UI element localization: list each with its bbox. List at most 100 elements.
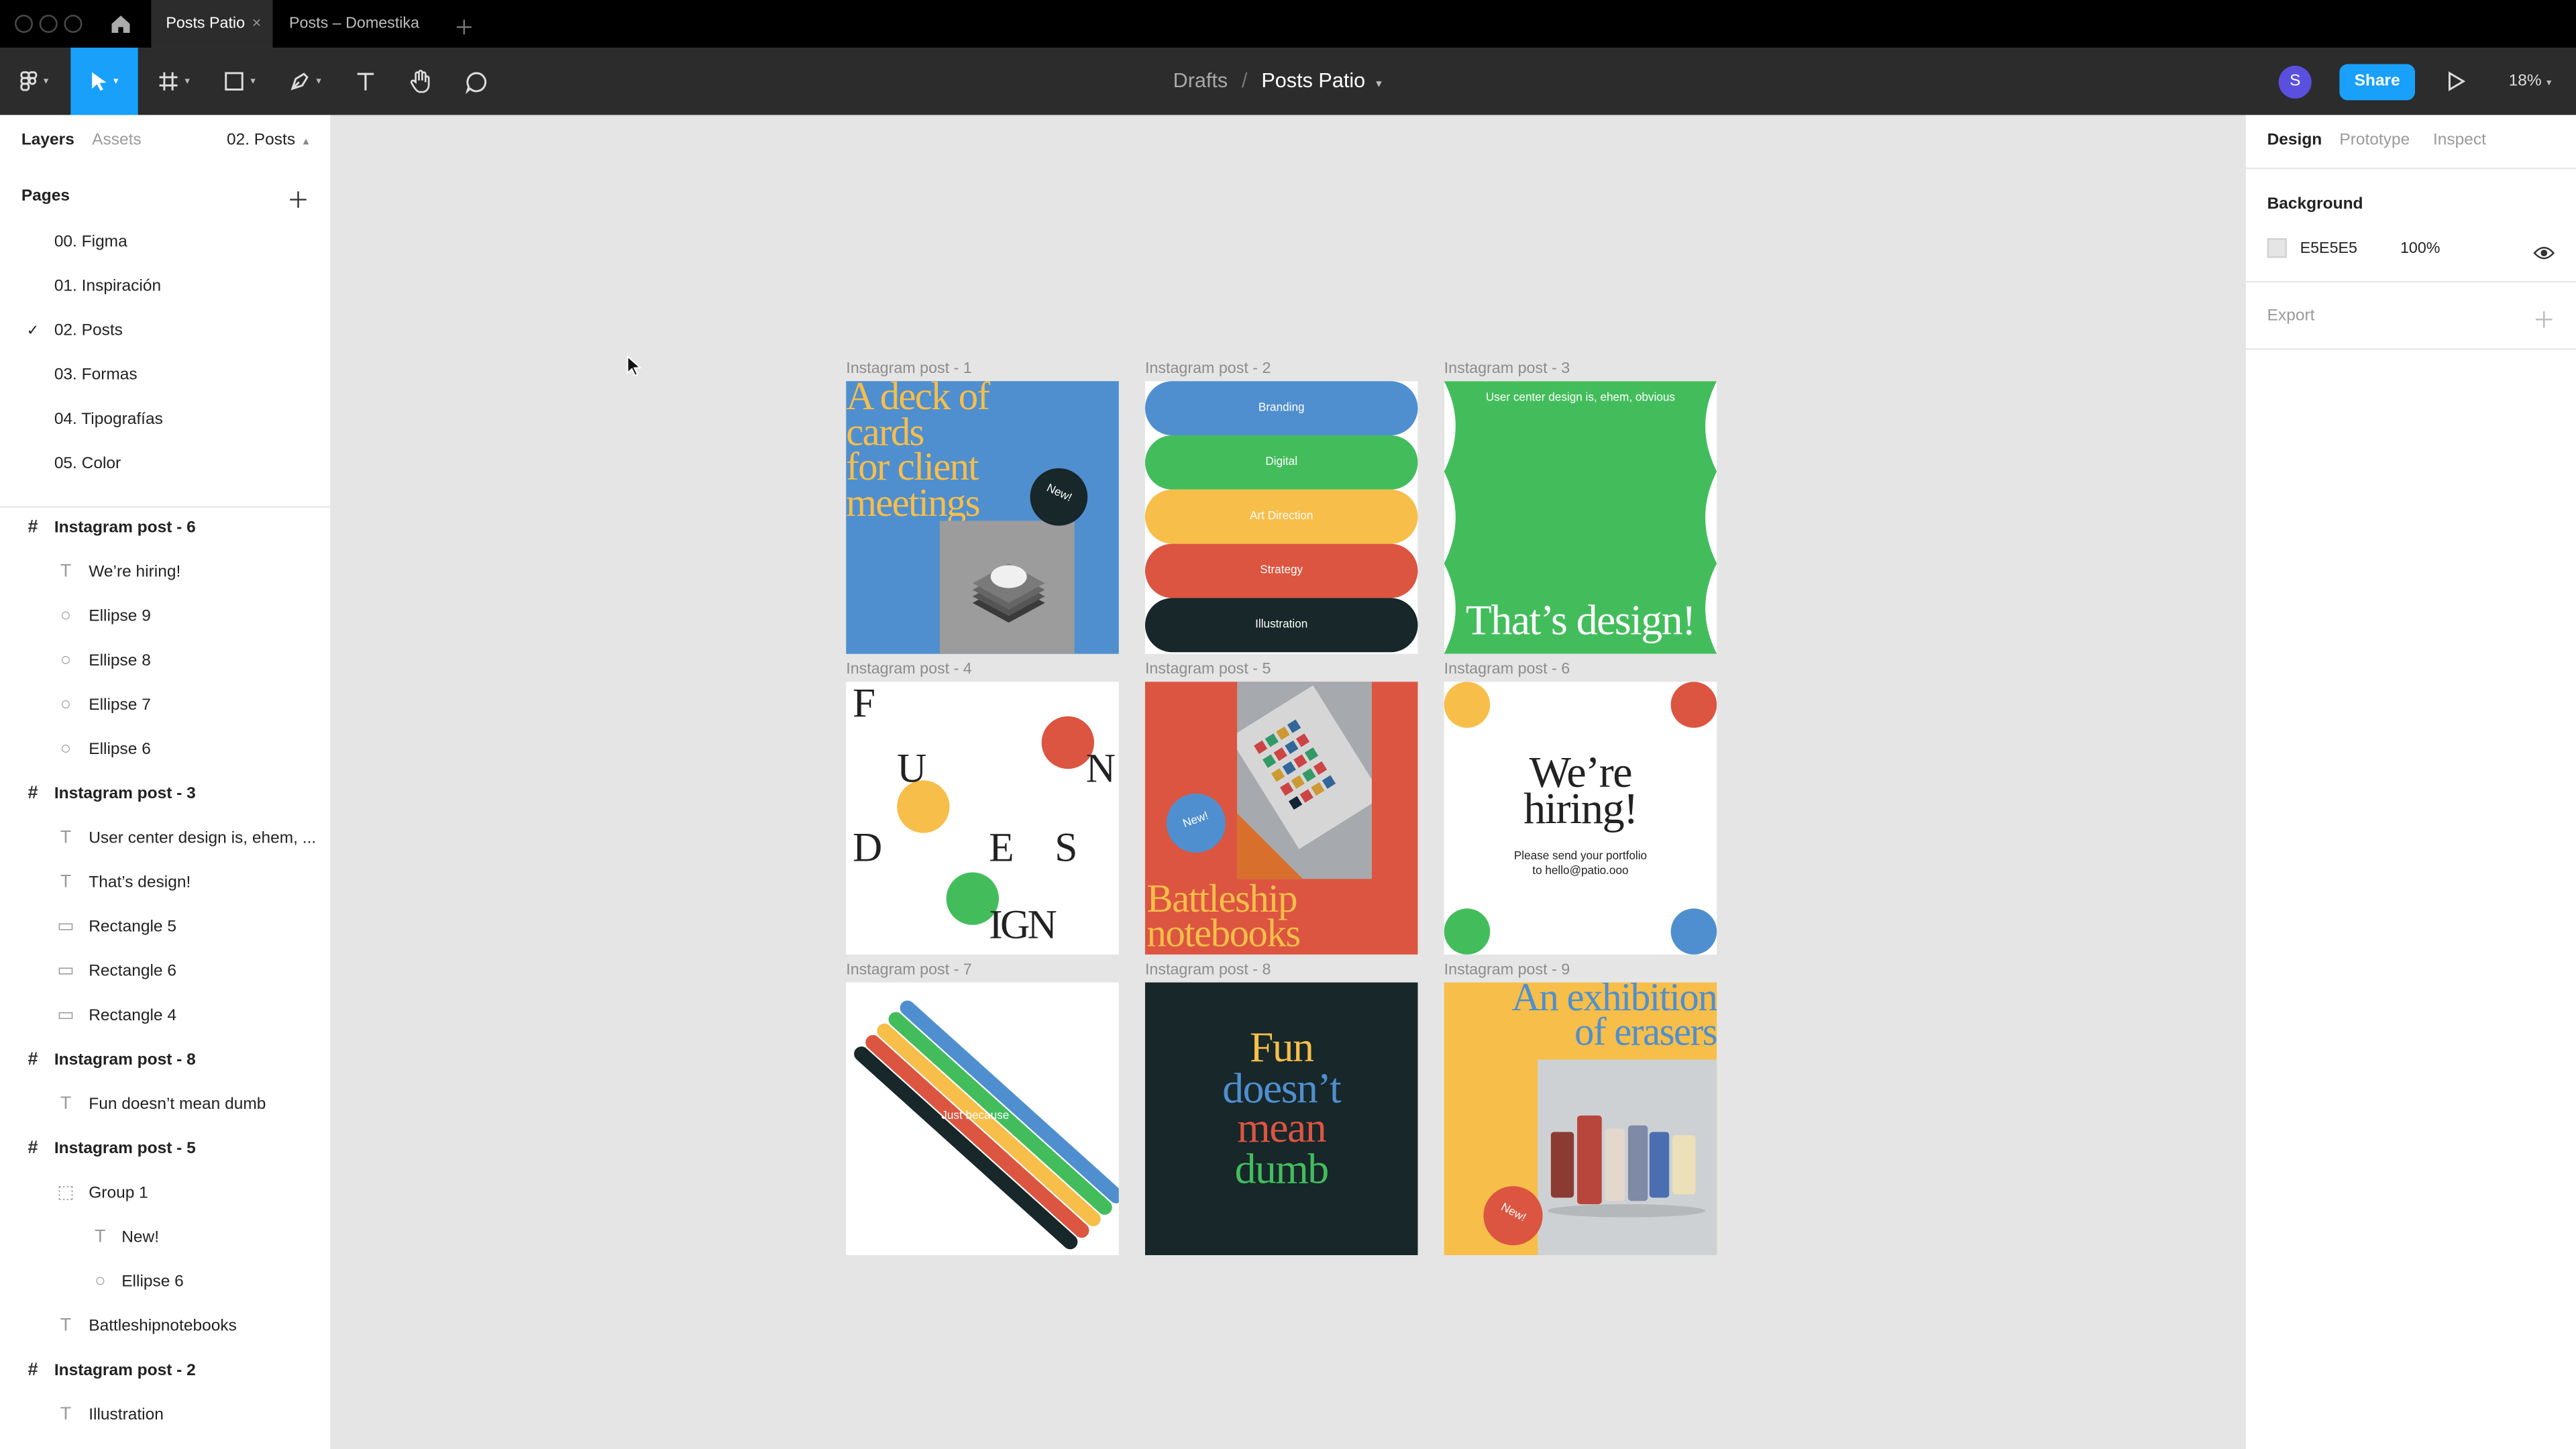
layer-item[interactable]: # Instagram post - 6 [0, 506, 332, 550]
layer-item[interactable]: T New! [0, 1216, 332, 1260]
layer-item[interactable]: # Instagram post - 3 [0, 772, 332, 816]
layer-item[interactable]: ○ Ellipse 7 [0, 684, 332, 728]
avatar[interactable]: S [2278, 65, 2312, 99]
page-item[interactable]: 03. Formas [0, 354, 332, 398]
instagram-post-2[interactable]: Branding Digital Art Direction Strategy … [1144, 381, 1418, 654]
post8-line: Fun [1249, 1023, 1314, 1071]
layer-item[interactable]: # Instagram post - 8 [0, 1038, 332, 1083]
shape-tool-button[interactable]: ▾ [210, 48, 269, 115]
text-layer-icon: T [60, 1404, 72, 1425]
tab-inspect[interactable]: Inspect [2433, 131, 2486, 150]
page-item-label: 00. Figma [54, 233, 127, 252]
background-color-swatch[interactable] [2267, 238, 2288, 258]
mouse-cursor-icon [626, 355, 642, 378]
pill-branding: Branding [1144, 381, 1418, 435]
frame-icon: # [28, 517, 38, 537]
frame-label[interactable]: Instagram post - 8 [1145, 961, 1271, 979]
layer-item[interactable]: ○ Ellipse 6 [0, 1260, 332, 1304]
layer-item[interactable]: T Fun doesn’t mean dumb [0, 1083, 332, 1127]
page-item[interactable]: ✓ 02. Posts [0, 309, 332, 353]
tab-assets[interactable]: Assets [92, 131, 142, 150]
layer-item-label: That’s design! [89, 873, 191, 892]
zoom-menu[interactable]: 18% ▾ [2509, 48, 2552, 115]
letter: IGN [989, 903, 1057, 949]
file-name[interactable]: Posts Patio [1261, 69, 1365, 92]
page-item[interactable]: 05. Color [0, 442, 332, 486]
frame-label[interactable]: Instagram post - 7 [846, 961, 972, 979]
add-page-icon[interactable] [289, 187, 307, 208]
layer-item[interactable]: ▭ Rectangle 5 [0, 905, 332, 949]
tab-posts-patio[interactable]: Posts Patio × [151, 0, 273, 48]
layer-item[interactable]: T Battleshipnotebooks [0, 1305, 332, 1349]
layer-item[interactable]: T That’s design! [0, 861, 332, 905]
move-tool-button[interactable]: ▾ [70, 48, 138, 115]
page-item[interactable]: 01. Inspiración [0, 264, 332, 309]
layer-item[interactable]: ○ Ellipse 9 [0, 595, 332, 639]
minimize-window-icon[interactable] [39, 15, 58, 33]
layer-item[interactable]: ▭ Rectangle 4 [0, 994, 332, 1038]
tab-label: Posts – Domestika [289, 15, 419, 33]
text-tool-button[interactable] [341, 48, 388, 115]
pill-strategy: Strategy [1144, 543, 1418, 598]
frame-label[interactable]: Instagram post - 5 [1145, 660, 1271, 678]
tab-label: Posts Patio [166, 15, 246, 33]
new-tab-icon[interactable] [455, 15, 473, 35]
main-menu-button[interactable]: ▾ [0, 48, 69, 115]
present-icon[interactable] [2447, 70, 2466, 92]
comment-tool-button[interactable] [453, 48, 500, 115]
frame-label[interactable]: Instagram post - 9 [1444, 961, 1570, 979]
frame-label[interactable]: Instagram post - 1 [846, 360, 972, 378]
layer-item-label: Fun doesn’t mean dumb [89, 1095, 266, 1114]
layer-item[interactable]: T Illustration [0, 1393, 332, 1438]
layer-item[interactable]: ○ Ellipse 8 [0, 639, 332, 684]
add-export-icon[interactable] [2535, 307, 2553, 328]
canvas[interactable]: Instagram post - 1 Instagram post - 2 Inst… [331, 115, 2245, 1449]
layer-item[interactable]: ○ Ellipse 6 [0, 728, 332, 772]
frame-label[interactable]: Instagram post - 6 [1444, 660, 1570, 678]
layer-item[interactable]: # Instagram post - 2 [0, 1349, 332, 1393]
instagram-post-3[interactable]: User center design is, ehem, obvious Tha… [1444, 381, 1717, 654]
layer-item-label: Ellipse 8 [89, 652, 151, 671]
background-hex[interactable]: E5E5E5 [2300, 240, 2357, 258]
layer-item[interactable]: ▭ Rectangle 6 [0, 950, 332, 994]
frame-label[interactable]: Instagram post - 3 [1444, 360, 1570, 378]
post7-label: Just because [941, 1110, 1010, 1122]
tab-design[interactable]: Design [2267, 131, 2322, 150]
post8-line: dumb [1234, 1144, 1330, 1192]
instagram-post-5[interactable]: New! Battleship notebooks [1144, 682, 1418, 955]
layer-item[interactable]: # Instagram post - 5 [0, 1127, 332, 1171]
layer-item[interactable]: ⬚ Group 1 [0, 1171, 332, 1216]
tab-posts-domestika[interactable]: Posts – Domestika [274, 0, 432, 48]
instagram-post-7[interactable]: Just because [846, 982, 1119, 1256]
chevron-down-icon[interactable]: ▾ [1376, 79, 1382, 91]
visibility-eye-icon[interactable] [2533, 240, 2555, 260]
background-opacity[interactable]: 100% [2400, 240, 2440, 258]
frame-label[interactable]: Instagram post - 2 [1145, 360, 1271, 378]
breadcrumb-drafts[interactable]: Drafts [1173, 69, 1228, 92]
page-item[interactable]: 04. Tipografías [0, 398, 332, 442]
tab-layers[interactable]: Layers [21, 131, 74, 150]
maximize-window-icon[interactable] [64, 15, 83, 33]
instagram-post-6[interactable]: We’re hiring! Please send your portfolio… [1444, 682, 1717, 955]
erasers-photo [1538, 1059, 1717, 1256]
frame-icon: # [28, 1049, 38, 1070]
layer-item[interactable]: T We’re hiring! [0, 550, 332, 594]
frame-icon: # [28, 1138, 38, 1159]
page-selector[interactable]: 02. Posts ▴ [227, 131, 309, 150]
instagram-post-4[interactable]: F U N D E S IGN [846, 682, 1119, 955]
instagram-post-1[interactable]: A deck of cards for client meetings New! [846, 381, 1119, 654]
close-tab-icon[interactable]: × [252, 0, 262, 48]
instagram-post-8[interactable]: Fun doesn’t mean dumb [1144, 982, 1418, 1256]
layer-item-label: Instagram post - 5 [54, 1140, 196, 1159]
frame-tool-button[interactable]: ▾ [145, 48, 204, 115]
tab-prototype[interactable]: Prototype [2339, 131, 2410, 150]
share-button[interactable]: Share [2339, 64, 2416, 101]
home-icon[interactable] [110, 13, 131, 35]
pen-tool-button[interactable]: ▾ [276, 48, 335, 115]
close-window-icon[interactable] [15, 15, 33, 33]
instagram-post-9[interactable]: An exhibition of erasers New! [1444, 982, 1717, 1256]
hand-tool-button[interactable] [398, 48, 444, 115]
layer-item[interactable]: T User center design is, ehem, ... [0, 816, 332, 861]
frame-label[interactable]: Instagram post - 4 [846, 660, 972, 678]
page-item[interactable]: 00. Figma [0, 220, 332, 264]
